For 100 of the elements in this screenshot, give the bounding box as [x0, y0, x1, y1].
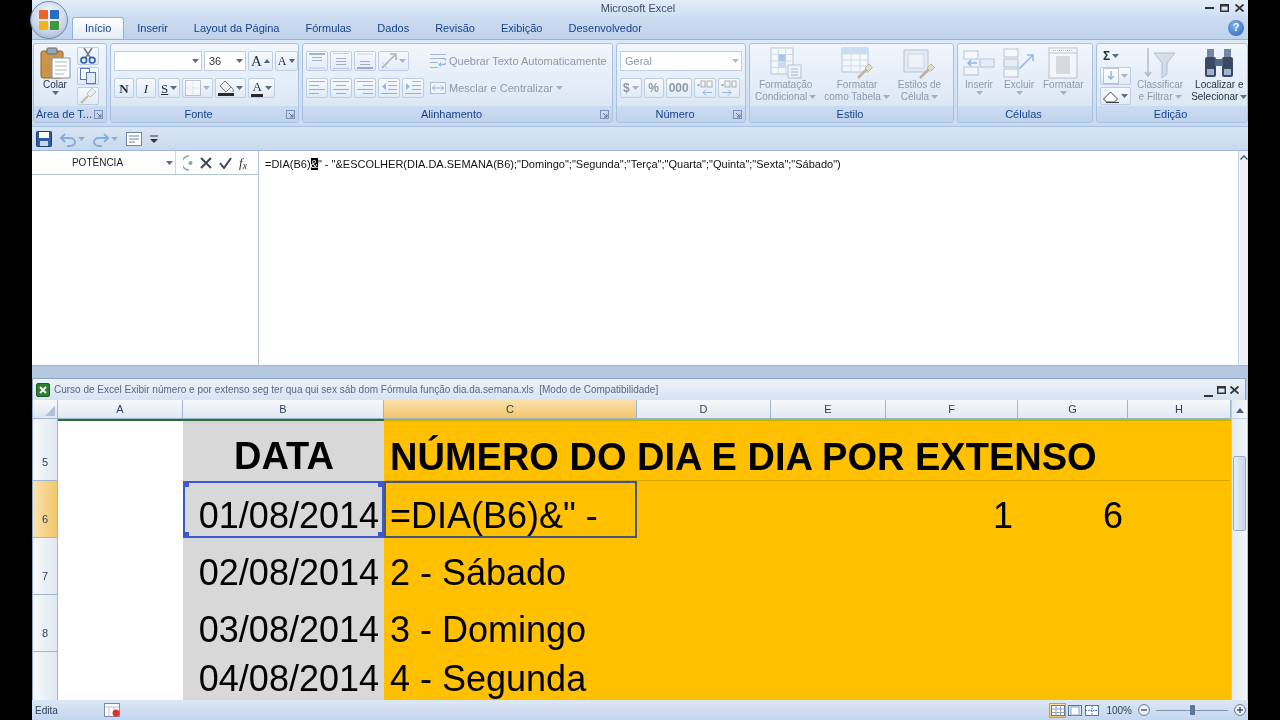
caret-icon	[1059, 91, 1067, 95]
minimize-icon	[1205, 7, 1214, 9]
align-center-icon	[333, 80, 349, 96]
spreadsheet-cell[interactable]: =DIA(B6)&" -	[384, 481, 637, 538]
italic-button[interactable]: I	[136, 78, 156, 98]
close-icon	[1235, 4, 1244, 12]
autosum-button[interactable]: Σ	[1100, 47, 1123, 65]
find-select-button[interactable]: Localizar e Selecionar	[1189, 46, 1247, 104]
column-header[interactable]: H	[1128, 400, 1231, 419]
align-middle-icon	[333, 53, 349, 69]
ribbon-tab[interactable]: Revisão	[422, 17, 488, 39]
window-title: Microsoft Excel	[600, 0, 676, 16]
cell-brush-icon	[903, 47, 936, 79]
save-button[interactable]	[36, 130, 52, 147]
minimize-icon	[1204, 395, 1213, 397]
font-name-field[interactable]	[114, 51, 202, 71]
column-header[interactable]: C	[384, 400, 637, 419]
column-header[interactable]: D	[637, 400, 771, 419]
row-header[interactable]: 8	[33, 595, 58, 652]
zoom-out-button[interactable]	[1138, 704, 1150, 716]
spreadsheet-cell[interactable]: 2 - Sábado	[384, 538, 637, 595]
insert-function-button[interactable]: f$_{x}$	[239, 156, 247, 169]
dialog-launcher-icon[interactable]	[733, 109, 742, 119]
restore-button[interactable]	[1217, 385, 1226, 394]
corner-triangle-icon	[45, 406, 55, 416]
ribbon-tab[interactable]: Exibição	[487, 17, 556, 39]
zoom-in-button[interactable]	[1234, 704, 1246, 716]
group-label: Células	[1005, 106, 1042, 122]
spreadsheet-cell[interactable]: 6	[1018, 481, 1128, 538]
paste-button[interactable]: Colar	[37, 46, 73, 96]
dialog-launcher-icon[interactable]	[600, 109, 609, 119]
form-button[interactable]	[126, 130, 142, 147]
spreadsheet-cell[interactable]: 02/08/2014	[183, 538, 384, 595]
view-button[interactable]	[1083, 702, 1101, 718]
spreadsheet-cell[interactable]: 04/08/2014	[183, 652, 384, 700]
table-brush-icon	[841, 47, 874, 79]
caret-icon	[1174, 95, 1182, 99]
dialog-launcher-icon[interactable]	[286, 109, 295, 119]
close-button[interactable]	[1230, 385, 1239, 394]
increase-decimal-icon	[696, 80, 713, 96]
shrink-font-button[interactable]: A	[274, 51, 298, 71]
spreadsheet-cell[interactable]: 03/08/2014	[183, 595, 384, 652]
splitter-handle-icon[interactable]	[183, 154, 193, 171]
scrollbar-thumb[interactable]	[1233, 456, 1246, 531]
name-box[interactable]: POTÊNCIA	[32, 151, 176, 174]
clear-button[interactable]	[1100, 87, 1131, 105]
spreadsheet-cell[interactable]: 1	[886, 481, 1018, 538]
dialog-launcher-icon[interactable]	[94, 109, 103, 119]
caret-icon	[731, 59, 739, 63]
maximize-button[interactable]	[1220, 4, 1229, 12]
column-header[interactable]: A	[58, 400, 183, 419]
group-label: Área de T...	[35, 106, 93, 122]
view-button[interactable]	[1049, 702, 1067, 718]
view-button[interactable]	[1066, 702, 1084, 718]
row-header[interactable]	[33, 652, 58, 700]
ribbon-tab[interactable]: Dados	[364, 17, 423, 39]
paint-bucket-icon	[218, 80, 235, 96]
column-header[interactable]: B	[183, 400, 384, 419]
ribbon-tab[interactable]: Desenvolvedor	[555, 17, 655, 39]
grid-view-icon	[1050, 704, 1065, 716]
copy-button[interactable]	[77, 67, 99, 85]
select-all-button[interactable]	[33, 400, 58, 419]
row-header[interactable]: 5	[33, 419, 58, 481]
fill-color-button[interactable]	[215, 78, 247, 98]
spreadsheet-file-icon	[36, 382, 50, 397]
spreadsheet-cell[interactable]: 01/08/2014	[183, 481, 384, 538]
bold-button[interactable]: N	[114, 78, 134, 98]
row-header[interactable]: 7	[33, 538, 58, 595]
column-header[interactable]: E	[771, 400, 886, 419]
underline-button[interactable]: S	[158, 78, 181, 98]
ribbon-tab[interactable]: Início	[72, 17, 125, 39]
caret-icon	[51, 91, 59, 95]
spreadsheet-cell[interactable]: 4 - Segunda	[384, 652, 637, 700]
enter-button[interactable]	[219, 156, 232, 169]
formula-input[interactable]: =DIA(B6)&" - "&ESCOLHER(DIA.DA.SEMANA(B6);"Domingo";"Segunda";"Terça";"Quarta";"Quinta";"Sexta";"Sábado")	[259, 151, 1238, 365]
spreadsheet-cell[interactable]: NÚMERO DO DIA E DIA POR EXTENSO	[384, 419, 1231, 481]
ribbon-tab[interactable]: Fórmulas	[292, 17, 365, 39]
font-color-button[interactable]: A	[248, 78, 276, 98]
slider-thumb[interactable]	[1189, 705, 1195, 715]
spreadsheet-cell[interactable]: DATA	[183, 419, 384, 481]
funnel-arrow-icon	[1144, 47, 1177, 79]
up-arrow-icon	[1235, 408, 1244, 413]
collapse-button[interactable]	[1239, 155, 1248, 160]
cancel-button[interactable]	[200, 156, 212, 169]
column-header[interactable]: G	[1018, 400, 1128, 419]
row-header[interactable]: 6	[33, 481, 58, 538]
page-break-view-icon	[1084, 704, 1099, 716]
caret-icon	[1121, 94, 1128, 98]
spreadsheet-cell[interactable]: 3 - Domingo	[384, 595, 637, 652]
customize-toolbar-button[interactable]	[150, 134, 158, 143]
grow-font-button[interactable]: A	[248, 51, 273, 71]
ribbon-tab[interactable]: Layout da Página	[180, 17, 293, 39]
font-size-field[interactable]: 36	[204, 51, 246, 71]
column-header[interactable]: F	[886, 400, 1018, 419]
ribbon-tab[interactable]: Inserir	[124, 17, 181, 39]
cut-button[interactable]	[77, 47, 99, 65]
close-button[interactable]	[1235, 4, 1244, 12]
minimize-button[interactable]	[1205, 4, 1214, 12]
record-macro-button[interactable]	[103, 703, 120, 717]
caret-icon	[191, 59, 199, 63]
